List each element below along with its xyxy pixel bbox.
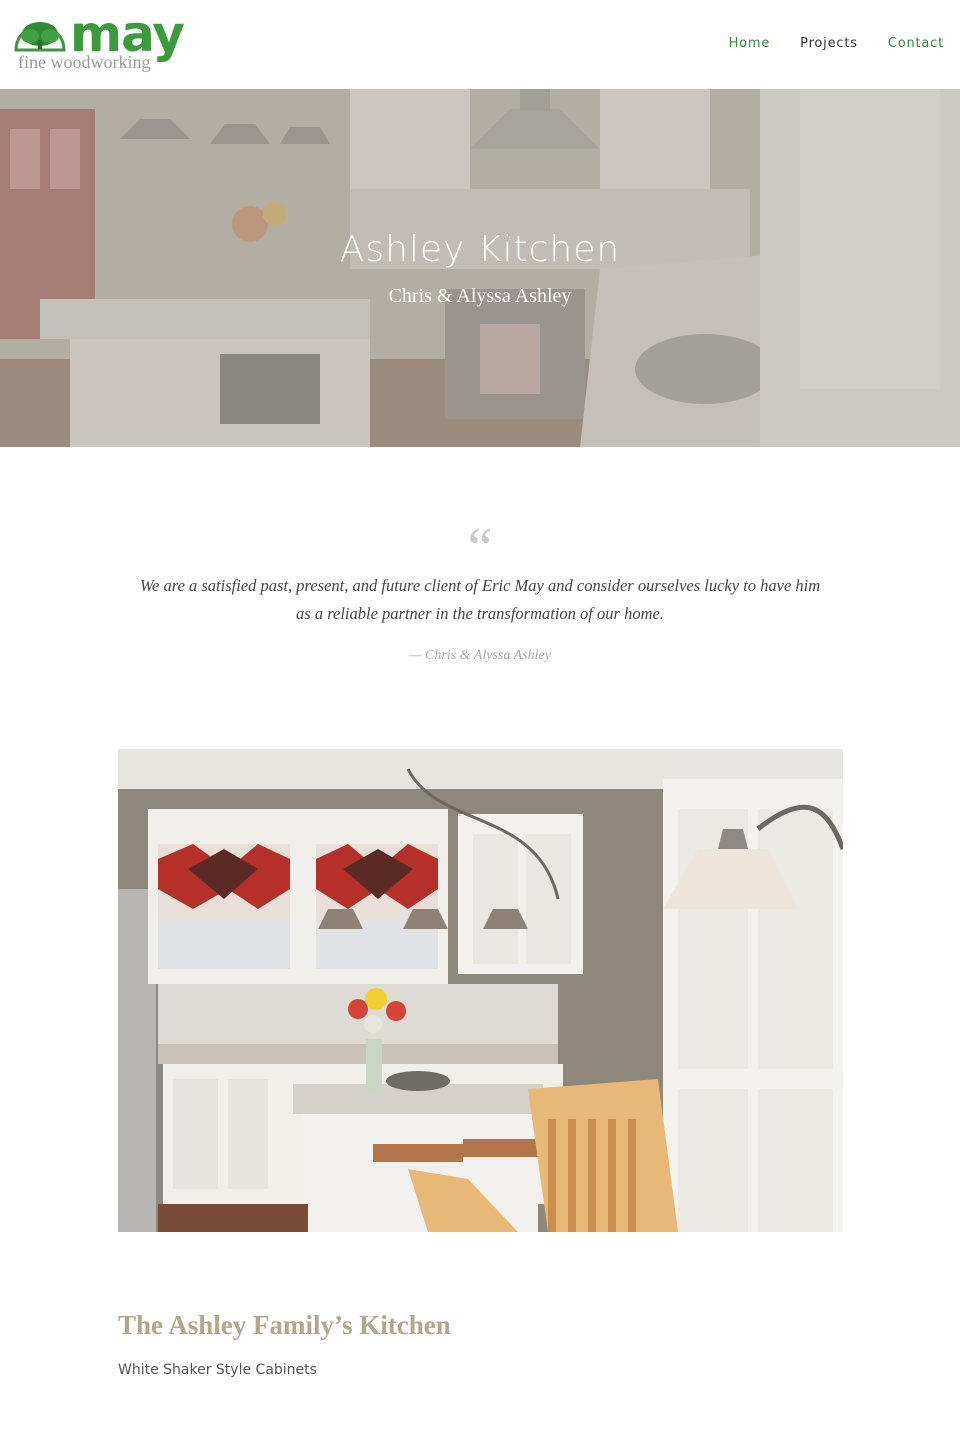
nav-contact[interactable]: Contact (888, 36, 944, 51)
project-description: White Shaker Style Cabinets (118, 1362, 317, 1378)
kitchen-photo-image (118, 749, 843, 1232)
testimonial-author: — Chris & Alyssa Ashley (409, 648, 551, 663)
nav-projects[interactable]: Projects (800, 36, 858, 51)
main-nav: Home Projects Contact (729, 36, 944, 51)
site-header: may fine woodworking Home Projects Conta… (0, 0, 960, 89)
quote-mark-icon: “ (467, 517, 493, 579)
testimonial-text: We are a satisfied past, present, and fu… (139, 576, 821, 623)
project-title: The Ashley Family’s Kitchen (118, 1310, 451, 1340)
hero-banner: Ashley Kitchen Chris & Alyssa Ashley (0, 89, 960, 447)
tree-icon (14, 14, 66, 52)
site-logo[interactable]: may fine woodworking (14, 5, 189, 74)
hero-subtitle: Chris & Alyssa Ashley (388, 285, 572, 307)
project-photo[interactable] (118, 749, 843, 1232)
hero-title: Ashley Kitchen (339, 229, 621, 270)
logo-tagline: fine woodworking (18, 52, 151, 72)
nav-home[interactable]: Home (729, 36, 771, 51)
